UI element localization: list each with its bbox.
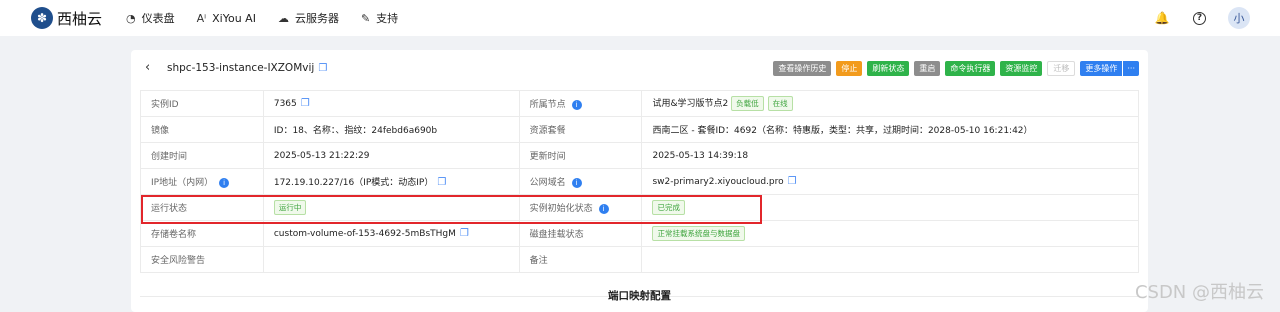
image-label: 镜像 [140, 116, 264, 143]
nav-item-xiyou-ai[interactable]: Aⁱ XiYou AI [197, 12, 256, 25]
command-executor-button[interactable]: 命令执行器 [945, 61, 996, 76]
more-actions-button[interactable]: 更多操作 [1080, 61, 1123, 76]
info-icon[interactable]: i [219, 177, 230, 188]
highlight-box [141, 195, 762, 224]
volume-label: 存储卷名称 [140, 220, 264, 247]
wrench-icon: ✎ [360, 11, 371, 25]
instance-id-label: 实例ID [140, 90, 264, 117]
brand[interactable]: ✽ 西柚云 [31, 7, 102, 29]
info-icon[interactable]: i [571, 177, 582, 188]
ip-label: IP地址（内网） i [140, 168, 264, 195]
package-value: 西南二区 - 套餐ID：4692（名称：特惠版，类型：共享，过期时间：2028-… [641, 116, 1139, 143]
nav-item-label: XiYou AI [212, 11, 256, 25]
online-badge: 在线 [767, 96, 793, 111]
table-row: 创建时间 2025-05-13 21:22:29 更新时间 2025-05-13… [140, 142, 1139, 169]
security-warning-label: 安全风险警告 [140, 246, 264, 273]
port-mapping-title: 端口映射配置 [608, 290, 671, 302]
updated-time-label: 更新时间 [518, 142, 643, 169]
watermark: CSDN @西柚云 [1134, 282, 1264, 303]
created-time-label: 创建时间 [140, 142, 264, 169]
volume-value: custom-volume-of-153-4692-5mBsTHgM ❐ [262, 220, 520, 247]
copy-icon[interactable]: ❐ [437, 177, 446, 188]
migrate-button[interactable]: 迁移 [1047, 61, 1076, 76]
help-icon[interactable]: ? [1193, 11, 1206, 25]
restart-button[interactable]: 重启 [914, 61, 941, 76]
table-row: 镜像 ID：18、名称：、指纹：24febd6a690b 资源套餐 西南二区 -… [140, 116, 1139, 143]
disk-mount-label: 磁盘挂载状态 [518, 220, 643, 247]
instance-detail-card: ‹ shpc-153-instance-IXZOMvij ❐ 查看操作历史 停止 … [131, 50, 1148, 312]
ip-label-text: IP地址（内网） [151, 178, 214, 188]
copy-icon[interactable]: ❐ [788, 176, 797, 187]
note-label: 备注 [518, 246, 643, 273]
nav-right-tools: 🔔 ? 小 [1153, 0, 1250, 36]
instance-name: shpc-153-instance-IXZOMvij ❐ [167, 62, 327, 74]
action-toolbar: 查看操作历史 停止 刷新状态 重启 命令执行器 资源监控 迁移 更多操作 ··· [768, 61, 1139, 76]
node-label-text: 所属节点 [529, 100, 566, 110]
nav-item-label: 支持 [376, 12, 399, 25]
image-value: ID：18、名称：、指纹：24febd6a690b [262, 116, 520, 143]
copy-icon[interactable]: ❐ [301, 98, 310, 109]
copy-icon[interactable]: ❐ [460, 228, 469, 239]
table-row: 实例ID 7365 ❐ 所属节点 i 试用&学习版节点2 负载低 在线 [140, 90, 1139, 117]
table-row: 存储卷名称 custom-volume-of-153-4692-5mBsTHgM… [140, 220, 1139, 247]
cloud-icon: ☁ [277, 11, 289, 25]
table-row: IP地址（内网） i 172.19.10.227/16（IP模式：动态IP） ❐ 公… [140, 168, 1139, 195]
ai-icon: Aⁱ [196, 11, 207, 25]
stop-button[interactable]: 停止 [836, 61, 863, 76]
nav-item-cloud-server[interactable]: ☁ 云服务器 [278, 10, 339, 26]
resource-monitor-button[interactable]: 资源监控 [1000, 61, 1043, 76]
node-text: 试用&学习版节点2 [652, 99, 729, 109]
note-value [641, 246, 1139, 273]
back-arrow-icon[interactable]: ‹ [145, 60, 150, 75]
instance-id-text: 7365 [273, 99, 297, 109]
dashboard-icon: ◔ [126, 11, 136, 25]
domain-label-text: 公网域名 [529, 178, 566, 188]
nav-item-label: 云服务器 [294, 12, 339, 25]
more-actions-split-button: 更多操作 ··· [1080, 61, 1139, 76]
info-icon[interactable]: i [571, 99, 582, 110]
card-header: ‹ shpc-153-instance-IXZOMvij ❐ 查看操作历史 停止 … [131, 59, 1148, 79]
ip-text: 172.19.10.227/16（IP模式：动态IP） [273, 178, 434, 188]
load-badge: 负载低 [731, 96, 764, 111]
instance-name-text: shpc-153-instance-IXZOMvij [167, 62, 315, 74]
security-warning-value [262, 246, 520, 273]
copy-icon[interactable]: ❐ [318, 63, 327, 74]
table-row: 安全风险警告 备注 [140, 246, 1139, 273]
refresh-status-button[interactable]: 刷新状态 [867, 61, 910, 76]
updated-time-value: 2025-05-13 14:39:18 [641, 142, 1139, 169]
package-label: 资源套餐 [518, 116, 643, 143]
created-time-value: 2025-05-13 21:22:29 [262, 142, 520, 169]
bell-icon[interactable]: 🔔 [1153, 9, 1171, 27]
brand-logo-icon: ✽ [31, 7, 53, 29]
node-label: 所属节点 i [518, 90, 643, 117]
nav-item-support[interactable]: ✎ 支持 [361, 10, 398, 26]
disk-mount-value: 正常挂载系统盘与数据盘 [641, 220, 1139, 247]
disk-mount-badge: 正常挂载系统盘与数据盘 [652, 226, 745, 241]
domain-text: sw2-primary2.xiyoucloud.pro [652, 177, 784, 187]
top-navbar: ✽ 西柚云 ◔ 仪表盘 Aⁱ XiYou AI ☁ 云服务器 ✎ 支持 🔔 ? … [0, 0, 1280, 36]
nav-item-label: 仪表盘 [141, 12, 175, 25]
volume-text: custom-volume-of-153-4692-5mBsTHgM [273, 229, 456, 239]
nav-item-dashboard[interactable]: ◔ 仪表盘 [126, 10, 175, 26]
ip-value: 172.19.10.227/16（IP模式：动态IP） ❐ [262, 168, 520, 195]
domain-value: sw2-primary2.xiyoucloud.pro ❐ [641, 168, 1139, 195]
instance-id-value: 7365 ❐ [262, 90, 520, 117]
brand-name: 西柚云 [57, 9, 103, 28]
domain-label: 公网域名 i [518, 168, 643, 195]
more-dropdown-icon[interactable]: ··· [1123, 61, 1139, 76]
node-value: 试用&学习版节点2 负载低 在线 [641, 90, 1139, 117]
view-history-button[interactable]: 查看操作历史 [773, 61, 832, 76]
avatar[interactable]: 小 [1228, 7, 1250, 29]
instance-info-table: 实例ID 7365 ❐ 所属节点 i 试用&学习版节点2 负载低 在线 镜像 ID：1… [140, 90, 1139, 273]
